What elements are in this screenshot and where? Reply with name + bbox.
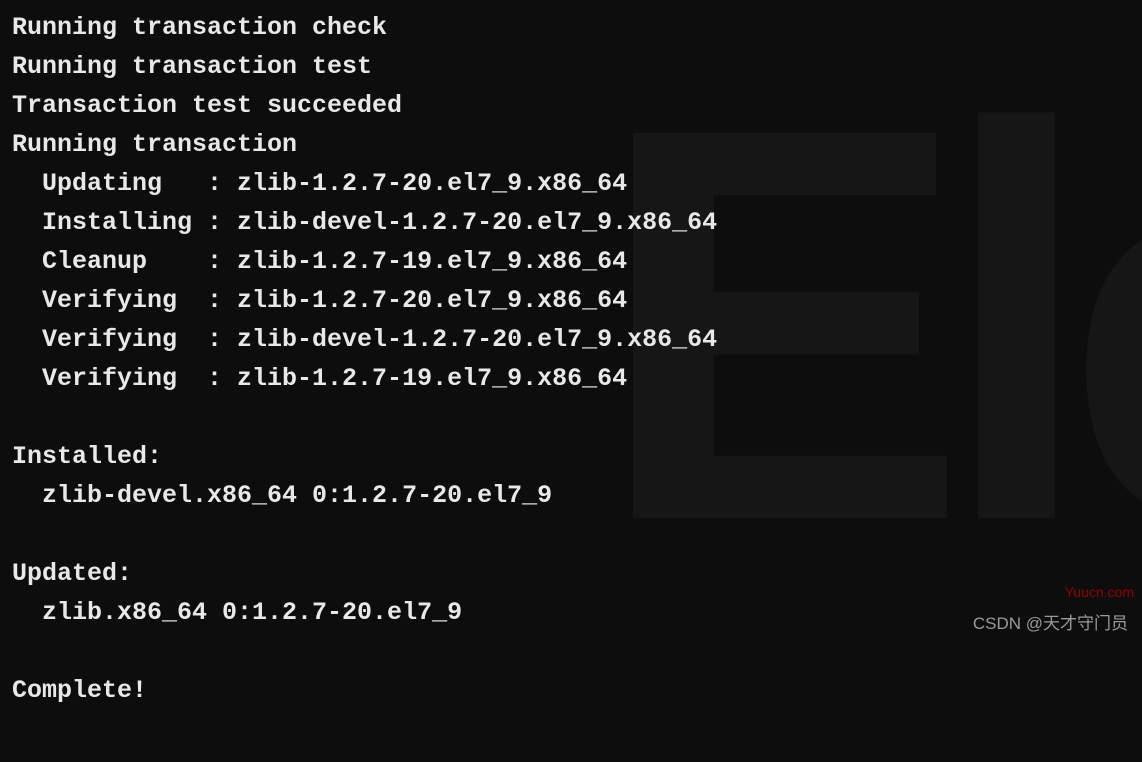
terminal-line: Installed: <box>12 437 1130 476</box>
terminal-line: Updated: <box>12 554 1130 593</box>
terminal-line: zlib-devel.x86_64 0:1.2.7-20.el7_9 <box>12 476 1130 515</box>
terminal-line: Verifying : zlib-1.2.7-19.el7_9.x86_64 <box>12 359 1130 398</box>
terminal-line <box>12 632 1130 671</box>
terminal-line: Running transaction test <box>12 47 1130 86</box>
terminal-line: Running transaction check <box>12 8 1130 47</box>
terminal-line: Complete! <box>12 671 1130 710</box>
terminal-line: zlib.x86_64 0:1.2.7-20.el7_9 <box>12 593 1130 632</box>
terminal-line: Verifying : zlib-1.2.7-20.el7_9.x86_64 <box>12 281 1130 320</box>
terminal-line: Running transaction <box>12 125 1130 164</box>
terminal-line: Updating : zlib-1.2.7-20.el7_9.x86_64 <box>12 164 1130 203</box>
site-watermark: Yuucn.com <box>1065 582 1134 604</box>
terminal-line: Cleanup : zlib-1.2.7-19.el7_9.x86_64 <box>12 242 1130 281</box>
terminal-line <box>12 515 1130 554</box>
terminal-line: Transaction test succeeded <box>12 86 1130 125</box>
attribution-watermark: CSDN @天才守门员 <box>973 611 1128 638</box>
terminal-line <box>12 398 1130 437</box>
terminal-line: Verifying : zlib-devel-1.2.7-20.el7_9.x8… <box>12 320 1130 359</box>
terminal-line: Installing : zlib-devel-1.2.7-20.el7_9.x… <box>12 203 1130 242</box>
